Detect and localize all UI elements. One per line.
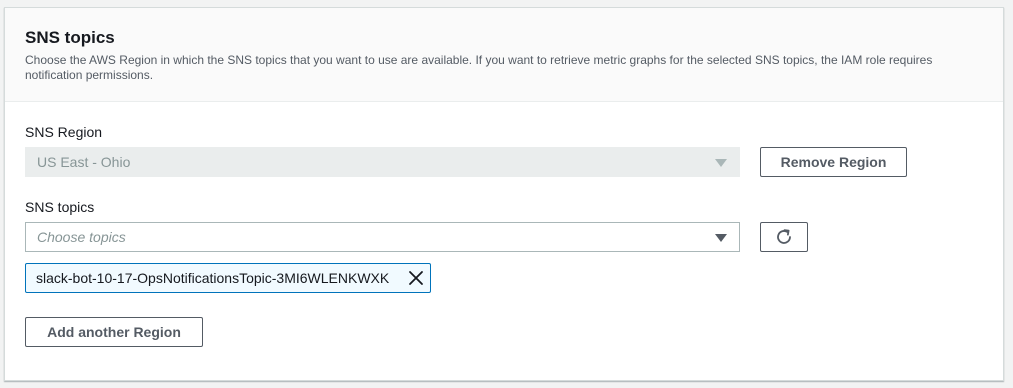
panel-title: SNS topics xyxy=(25,28,115,47)
sns-topics-panel: SNS topics Choose the AWS Region in whic… xyxy=(4,7,1004,381)
sns-topics-placeholder: Choose topics xyxy=(37,229,126,245)
remove-region-button[interactable]: Remove Region xyxy=(760,147,907,177)
add-another-region-button[interactable]: Add another Region xyxy=(25,317,203,347)
panel-description: Choose the AWS Region in which the SNS t… xyxy=(25,53,933,82)
sns-region-label: SNS Region xyxy=(25,124,103,140)
sns-region-select: US East - Ohio xyxy=(25,147,740,177)
chevron-down-icon xyxy=(715,159,727,167)
refresh-icon xyxy=(777,229,791,244)
selected-topic-label: slack-bot-10-17-OpsNotificationsTopic-3M… xyxy=(36,270,390,286)
close-icon[interactable] xyxy=(408,270,424,286)
chevron-down-icon xyxy=(715,234,727,242)
sns-topics-select[interactable]: Choose topics xyxy=(25,222,740,252)
selected-topic-token: slack-bot-10-17-OpsNotificationsTopic-3M… xyxy=(25,263,431,293)
panel-header: SNS topics Choose the AWS Region in whic… xyxy=(5,8,1003,102)
sns-topics-label: SNS topics xyxy=(25,199,95,215)
sns-region-value: US East - Ohio xyxy=(37,154,131,170)
refresh-button[interactable] xyxy=(760,222,808,252)
